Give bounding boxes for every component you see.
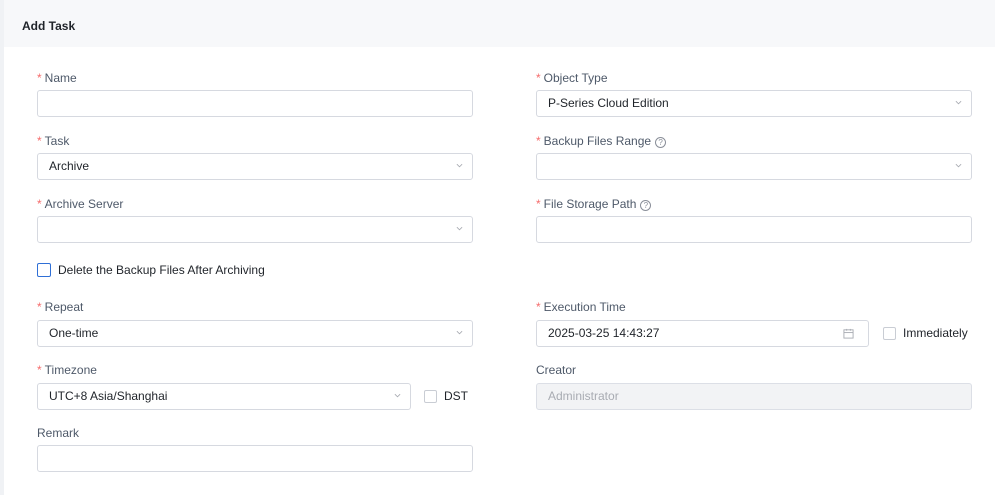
task-label: * Task — [37, 134, 70, 148]
execution-time-value: 2025-03-25 14:43:27 — [548, 326, 660, 340]
help-icon[interactable]: ? — [655, 137, 667, 148]
chevron-down-icon — [456, 163, 463, 168]
page-title: Add Task — [22, 19, 76, 33]
calendar-icon — [843, 328, 854, 339]
repeat-value: One-time — [49, 326, 99, 340]
creator-input: Administrator — [536, 383, 972, 410]
object-type-value: P-Series Cloud Edition — [548, 96, 669, 110]
repeat-label: * Repeat — [37, 300, 84, 314]
page-header: Add Task — [4, 0, 995, 47]
backup-files-range-label: * Backup Files Range? — [536, 134, 667, 148]
object-type-select[interactable]: P-Series Cloud Edition — [536, 90, 972, 117]
task-value: Archive — [49, 159, 90, 173]
name-label: * Name — [37, 71, 77, 85]
dst-label: DST — [444, 389, 468, 403]
checkbox-box[interactable] — [37, 263, 51, 277]
timezone-select[interactable]: UTC+8 Asia/Shanghai — [37, 383, 411, 410]
chevron-down-icon — [394, 393, 401, 398]
immediately-label: Immediately — [903, 326, 968, 340]
required-mark: * — [37, 197, 42, 211]
checkbox-box[interactable] — [883, 326, 896, 340]
repeat-select[interactable]: One-time — [37, 320, 473, 347]
required-mark: * — [536, 300, 541, 314]
dst-checkbox[interactable]: DST — [424, 389, 468, 403]
required-mark: * — [37, 71, 42, 85]
chevron-down-icon — [456, 330, 463, 335]
chevron-down-icon — [955, 163, 962, 168]
immediately-checkbox[interactable]: Immediately — [883, 326, 968, 340]
chevron-down-icon — [955, 100, 962, 105]
file-storage-path-input[interactable] — [536, 216, 972, 243]
required-mark: * — [37, 363, 42, 377]
delete-backup-checkbox[interactable]: Delete the Backup Files After Archiving — [37, 263, 265, 277]
execution-time-picker[interactable]: 2025-03-25 14:43:27 — [536, 320, 869, 347]
checkbox-box[interactable] — [424, 389, 437, 403]
archive-server-label: * Archive Server — [37, 197, 124, 211]
required-mark: * — [37, 134, 42, 148]
name-input[interactable] — [37, 90, 473, 117]
required-mark: * — [536, 71, 541, 85]
remark-label: Remark — [37, 426, 80, 440]
chevron-down-icon — [456, 226, 463, 231]
backup-files-range-select[interactable] — [536, 153, 972, 180]
execution-time-label: * Execution Time — [536, 300, 626, 314]
required-mark: * — [536, 197, 541, 211]
timezone-label: * Timezone — [37, 363, 97, 377]
task-select[interactable]: Archive — [37, 153, 473, 180]
remark-input[interactable] — [37, 445, 473, 472]
creator-label: Creator — [536, 363, 577, 377]
file-storage-path-label: * File Storage Path? — [536, 197, 652, 211]
delete-backup-label: Delete the Backup Files After Archiving — [58, 263, 265, 277]
object-type-label: * Object Type — [536, 71, 608, 85]
archive-server-select[interactable] — [37, 216, 473, 243]
required-mark: * — [37, 300, 42, 314]
timezone-value: UTC+8 Asia/Shanghai — [49, 389, 168, 403]
help-icon[interactable]: ? — [640, 200, 652, 211]
required-mark: * — [536, 134, 541, 148]
